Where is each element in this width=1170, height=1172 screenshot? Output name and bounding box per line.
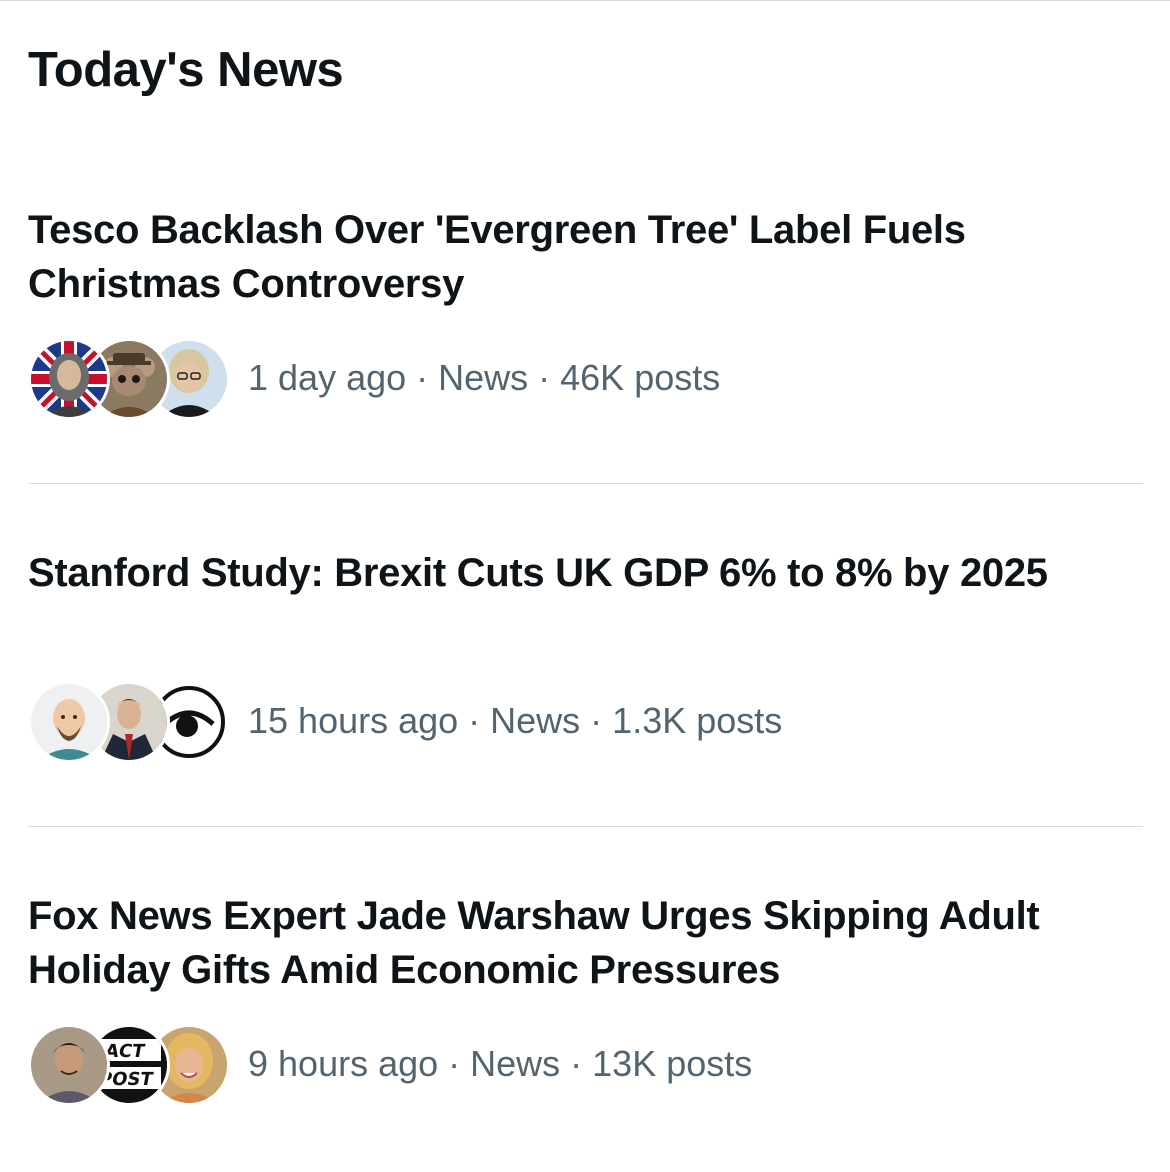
- divider: [28, 483, 1143, 484]
- news-meta: 15 hours ago · News · 1.3K posts: [248, 700, 783, 741]
- news-meta-row: 1 day ago · News · 46K posts: [28, 337, 721, 420]
- news-headline[interactable]: Tesco Backlash Over 'Evergreen Tree' Lab…: [28, 203, 1148, 311]
- avatar-young-man: [28, 1024, 110, 1106]
- news-meta: 1 day ago · News · 46K posts: [248, 357, 721, 398]
- divider: [28, 826, 1143, 827]
- news-meta: 9 hours ago · News · 13K posts: [248, 1043, 753, 1084]
- news-item[interactable]: Fox News Expert Jade Warshaw Urges Skipp…: [28, 889, 1148, 1106]
- avatar-stack: ACT POST: [28, 1023, 230, 1106]
- news-headline[interactable]: Fox News Expert Jade Warshaw Urges Skipp…: [28, 889, 1148, 997]
- avatar-stack: [28, 337, 230, 420]
- news-item[interactable]: Tesco Backlash Over 'Evergreen Tree' Lab…: [28, 203, 1148, 420]
- fact-post-logo-text-top: ACT: [103, 1041, 147, 1062]
- news-headline[interactable]: Stanford Study: Brexit Cuts UK GDP 6% to…: [28, 546, 1148, 600]
- news-meta-row: 15 hours ago · News · 1.3K posts: [28, 680, 783, 763]
- avatar-stack: [28, 680, 230, 763]
- news-headline-text: Stanford Study: Brexit Cuts UK GDP 6% to…: [28, 551, 1048, 595]
- news-item[interactable]: Stanford Study: Brexit Cuts UK GDP 6% to…: [28, 546, 1148, 763]
- top-divider: [0, 0, 1170, 1]
- avatar-philosopher-flag: [28, 338, 110, 420]
- news-meta-row: ACT POST 9 hours ago · News · 13K posts: [28, 1023, 753, 1106]
- avatar-cartoon-bald-man: [28, 681, 110, 763]
- section-title: Today's News: [28, 43, 344, 97]
